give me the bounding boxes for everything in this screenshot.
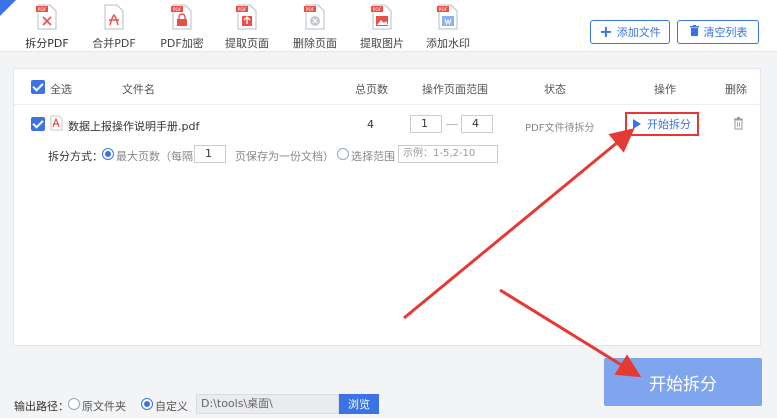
range-example-input[interactable]: 示例：1-5,2-10	[398, 145, 498, 163]
tab-add-watermark-label: 添加水印	[426, 37, 470, 50]
save-as-doc-label: 页保存为一份文档）	[235, 150, 334, 163]
header-page-range: 操作页面范围	[422, 83, 488, 96]
svg-text:PDF: PDF	[38, 7, 47, 13]
image-icon: PDF	[371, 3, 393, 31]
split-method-label: 拆分方式：	[48, 150, 103, 163]
header-status: 状态	[544, 83, 566, 96]
add-file-button[interactable]: + 添加文件	[590, 20, 670, 44]
delete-pages-icon: PDF	[304, 3, 326, 31]
svg-text:PDF: PDF	[439, 7, 448, 13]
tab-extract-pages-label: 提取页面	[225, 37, 269, 50]
clear-list-button[interactable]: 清空列表	[677, 20, 759, 44]
row-checkbox[interactable]	[31, 117, 45, 131]
tab-delete-pages-label: 删除页面	[293, 37, 337, 50]
range-to-input[interactable]: 4	[461, 115, 493, 133]
row-status: PDF文件待拆分	[525, 123, 595, 134]
tab-extract-images-label: 提取图片	[360, 37, 404, 50]
svg-text:PDF: PDF	[306, 7, 315, 13]
select-range-radio[interactable]	[337, 148, 349, 160]
merge-pdf-icon	[103, 3, 125, 31]
select-all-checkbox[interactable]	[31, 80, 45, 94]
output-path-input[interactable]: D:\tools\桌面\	[196, 394, 339, 414]
output-path-label: 输出路径：	[14, 400, 69, 413]
file-list-panel: 全选 文件名 总页数 操作页面范围 状态 操作 删除 数据上报操作说明手册.pd…	[13, 68, 761, 346]
tab-split-pdf-label: 拆分PDF	[25, 37, 69, 50]
pdf-file-icon	[50, 115, 63, 134]
toolbar: PDF 拆分PDF 合并PDF PDF PDF加密 PDF 提取页面 PDF 删…	[0, 0, 777, 52]
row-filename: 数据上报操作说明手册.pdf	[68, 120, 200, 133]
start-split-button[interactable]: 开始拆分	[604, 358, 762, 406]
header-delete: 删除	[725, 83, 747, 96]
extract-pages-icon: PDF	[236, 3, 258, 31]
tab-split-pdf[interactable]: PDF 拆分PDF	[20, 0, 74, 52]
tab-merge-pdf-label: 合并PDF	[92, 37, 136, 50]
trash-icon	[689, 24, 700, 40]
split-pdf-icon: PDF	[36, 3, 58, 31]
original-folder-radio[interactable]	[68, 398, 80, 410]
header-select-all: 全选	[50, 83, 72, 96]
row-total-pages: 4	[367, 118, 374, 131]
lock-icon: PDF	[171, 3, 193, 31]
max-pages-label: 最大页数（每隔	[116, 150, 193, 163]
active-corner-marker	[0, 0, 16, 16]
original-folder-label: 原文件夹	[82, 400, 126, 413]
watermark-icon: PDF	[437, 3, 459, 31]
tab-merge-pdf[interactable]: 合并PDF	[90, 0, 138, 52]
tab-delete-pages[interactable]: PDF 删除页面	[290, 0, 340, 52]
svg-text:PDF: PDF	[373, 7, 382, 13]
plus-icon: +	[599, 22, 613, 41]
row-start-split-button[interactable]: 开始拆分	[625, 112, 699, 136]
svg-text:PDF: PDF	[173, 7, 182, 13]
add-file-label: 添加文件	[616, 26, 661, 39]
range-dash	[446, 124, 458, 125]
every-pages-input[interactable]: 1	[194, 145, 226, 163]
header-action: 操作	[654, 83, 676, 96]
svg-text:PDF: PDF	[238, 7, 247, 13]
tab-extract-images[interactable]: PDF 提取图片	[357, 0, 407, 52]
range-from-input[interactable]: 1	[410, 115, 442, 133]
table-header: 全选 文件名 总页数 操作页面范围 状态 操作 删除	[14, 69, 760, 105]
tab-add-watermark[interactable]: PDF 添加水印	[424, 0, 472, 52]
tab-pdf-encrypt-label: PDF加密	[160, 37, 204, 50]
row-delete-icon[interactable]	[733, 117, 744, 133]
custom-path-radio[interactable]	[141, 398, 153, 410]
tab-extract-pages[interactable]: PDF 提取页面	[222, 0, 272, 52]
max-pages-radio[interactable]	[102, 148, 114, 160]
select-range-label: 选择范围	[351, 150, 395, 163]
clear-list-label: 清空列表	[703, 26, 748, 39]
row-start-split-label: 开始拆分	[647, 118, 691, 131]
header-total-pages: 总页数	[355, 83, 388, 96]
custom-path-label: 自定义	[155, 400, 188, 413]
header-filename: 文件名	[122, 83, 155, 96]
browse-button[interactable]: 浏览	[339, 394, 379, 414]
tab-pdf-encrypt[interactable]: PDF PDF加密	[157, 0, 207, 52]
play-icon	[633, 119, 641, 129]
